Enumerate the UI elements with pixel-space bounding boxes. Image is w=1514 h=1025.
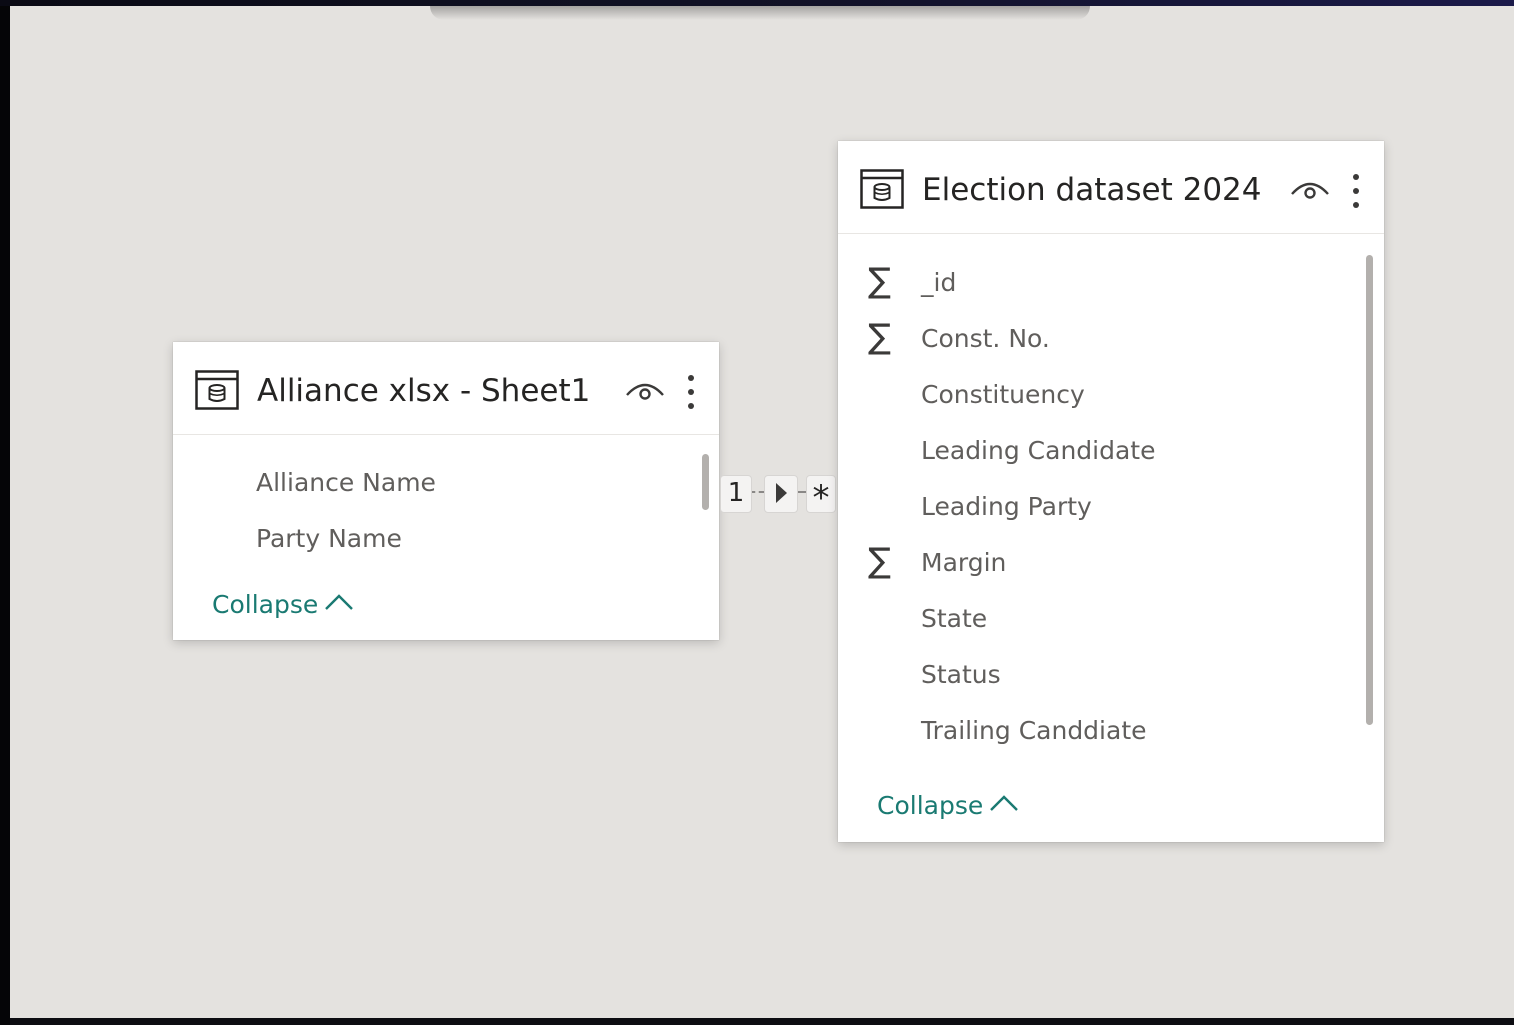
table-title: Alliance xlsx - Sheet1: [257, 373, 591, 409]
field-state[interactable]: State: [921, 604, 987, 634]
more-options-icon[interactable]: [685, 373, 697, 413]
field-status[interactable]: Status: [921, 660, 1001, 690]
eye-icon[interactable]: [625, 378, 665, 404]
scrollbar[interactable]: [702, 454, 709, 510]
field-leading-candidate[interactable]: Leading Candidate: [921, 436, 1155, 466]
field-party-name[interactable]: Party Name: [256, 524, 402, 554]
field-margin[interactable]: Margin: [921, 548, 1006, 578]
sum-icon: ∑: [868, 261, 891, 301]
eye-icon[interactable]: [1290, 177, 1330, 203]
field-constituency[interactable]: Constituency: [921, 380, 1085, 410]
table-icon: [195, 370, 239, 410]
chevron-up-icon: [325, 594, 354, 610]
field-const-no[interactable]: Const. No.: [921, 324, 1050, 354]
table-card-header[interactable]: Election dataset 2024: [838, 141, 1384, 234]
relationship-line: [750, 491, 764, 493]
table-card-alliance[interactable]: Alliance xlsx - Sheet1 Alliance Name Par…: [173, 342, 719, 640]
table-card-header[interactable]: Alliance xlsx - Sheet1: [173, 342, 719, 435]
sum-icon: ∑: [868, 317, 891, 357]
cross-filter-direction: [764, 475, 798, 513]
cardinality-one-label: 1: [720, 475, 752, 513]
collapse-label: Collapse: [877, 791, 984, 820]
sum-icon: ∑: [868, 541, 891, 581]
table-icon: [860, 169, 904, 209]
relationship-connector[interactable]: 1 *: [710, 470, 840, 518]
table-title: Election dataset 2024: [922, 172, 1262, 208]
chevron-up-icon: [990, 795, 1019, 811]
collapse-link[interactable]: Collapse: [877, 791, 1019, 821]
window-frame-left: [0, 0, 10, 1025]
ribbon-shadow: [430, 6, 1090, 20]
collapse-label: Collapse: [212, 590, 319, 619]
collapse-link[interactable]: Collapse: [212, 590, 354, 620]
scrollbar[interactable]: [1366, 255, 1373, 725]
table-card-election[interactable]: Election dataset 2024 ∑ _id ∑ Const. No.…: [838, 141, 1384, 842]
cardinality-many-label: *: [806, 475, 836, 518]
field-leading-party[interactable]: Leading Party: [921, 492, 1092, 522]
field-id[interactable]: _id: [921, 268, 956, 298]
field-trailing-candidate[interactable]: Trailing Canddiate: [921, 716, 1147, 746]
more-options-icon[interactable]: [1350, 172, 1362, 212]
triangle-right-icon: [776, 483, 787, 503]
field-alliance-name[interactable]: Alliance Name: [256, 468, 436, 498]
